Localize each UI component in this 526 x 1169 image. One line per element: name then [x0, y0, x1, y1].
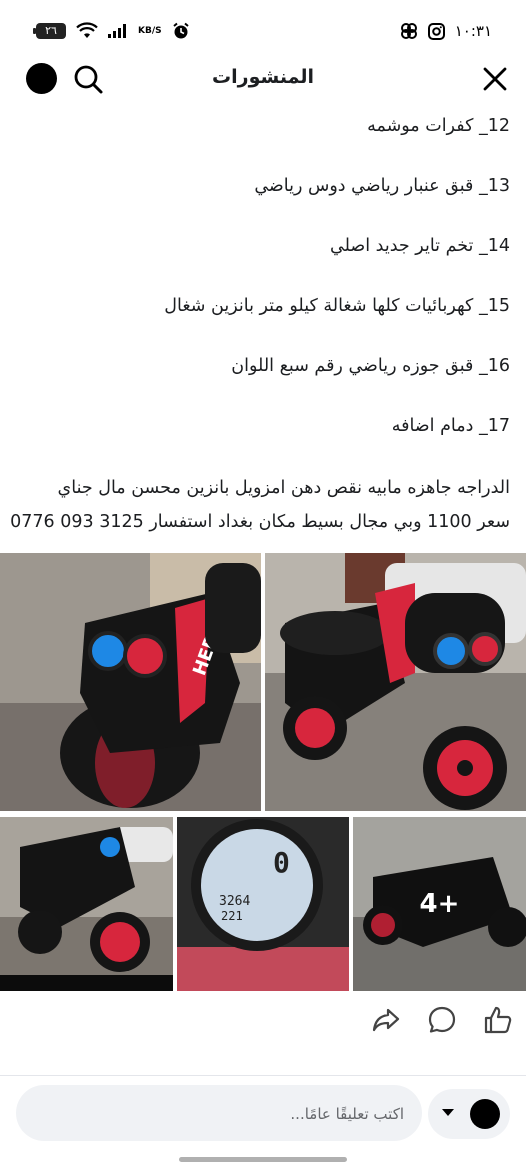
caret-down-icon [442, 1109, 454, 1116]
profile-avatar[interactable] [26, 63, 57, 94]
like-icon[interactable] [482, 1004, 514, 1036]
status-left: ٢٦ KB/S [33, 22, 190, 40]
wifi-icon [76, 22, 98, 38]
post-line: 17_ دمام اضافه [391, 416, 510, 436]
comment-input[interactable] [42, 1100, 406, 1128]
alarm-icon [172, 22, 189, 39]
status-bar: ٢٦ KB/S ١٠:٣١ [0, 0, 526, 60]
post-line: سعر 1100 وبي مجال بسيط مكان بغداد استفسا… [10, 512, 510, 532]
instagram-icon [427, 22, 445, 40]
post-photo-1[interactable]: HERZ [0, 553, 261, 811]
search-icon[interactable] [72, 63, 104, 95]
photo-grid: HERZ 0 3264 221 4+ [0, 553, 526, 993]
post-actions [370, 1004, 520, 1038]
motorcycle-photo [0, 817, 173, 991]
post-photo-4[interactable]: 0 3264 221 [177, 817, 349, 991]
commenter-avatar [470, 1099, 500, 1129]
status-right: ١٠:٣١ [400, 22, 492, 40]
post-photo-3[interactable] [0, 817, 173, 991]
network-speed-unit: KB/S [138, 25, 162, 36]
post-photo-2[interactable] [265, 553, 526, 811]
speed-readout: 0 [273, 846, 290, 879]
comment-icon[interactable] [426, 1004, 458, 1036]
more-photos-count[interactable]: 4+ [353, 817, 526, 991]
post-line: 16_ قبق جوزه رياضي رقم سبع اللوان [231, 356, 510, 376]
share-icon[interactable] [370, 1004, 402, 1036]
battery-indicator: ٢٦ [33, 23, 66, 39]
post-line: 12_ كفرات موشمه [367, 116, 510, 136]
motorcycle-side-photo [265, 553, 526, 811]
post-line: 14_ تخم تاير جديد اصلي [330, 236, 510, 256]
odometer-readout: 3264 [219, 894, 250, 909]
composer-divider [0, 1075, 526, 1076]
post-line: الدراجه جاهزه مابيه نقص دهن امزويل بانزي… [57, 478, 510, 498]
close-icon[interactable] [480, 64, 510, 94]
trip-readout: 221 [221, 909, 243, 923]
post-line: 13_ قبق عنبار رياضي دوس رياضي [254, 176, 510, 196]
comment-composer[interactable] [16, 1085, 422, 1141]
speedometer-photo: 0 3264 221 [177, 817, 349, 991]
post-photo-5[interactable]: 4+ [353, 817, 526, 991]
signal-icon [108, 24, 126, 38]
motorcycle-front-photo: HERZ [0, 553, 261, 811]
gesture-home-bar[interactable] [179, 1157, 347, 1162]
post-line: 15_ كهربائيات كلها شغالة كيلو متر بانزين… [164, 296, 510, 316]
clock-time: ١٠:٣١ [454, 22, 492, 40]
app-notification-icon [400, 23, 417, 39]
comment-identity-picker[interactable] [428, 1089, 510, 1139]
